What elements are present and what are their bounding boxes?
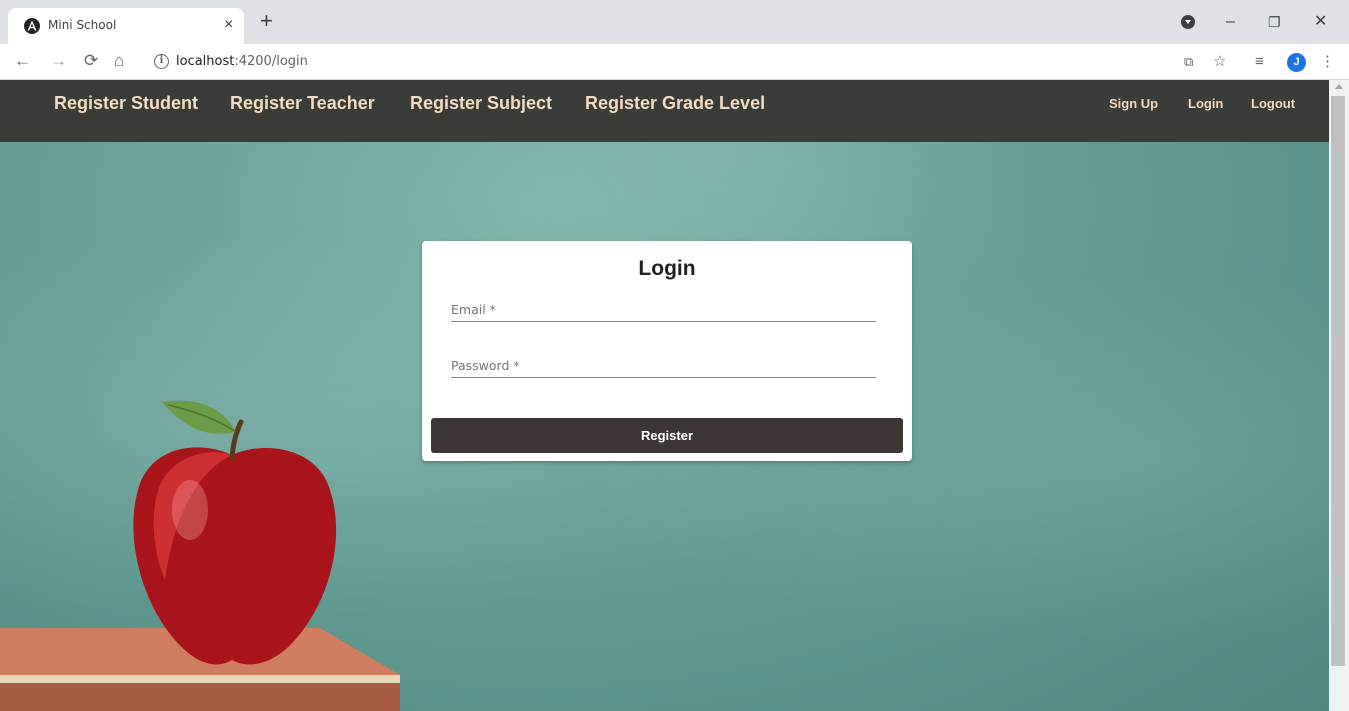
scroll-thumb[interactable] (1331, 96, 1345, 666)
new-tab-button[interactable]: + (260, 10, 273, 32)
menu-icon[interactable]: ⋮ (1320, 52, 1335, 72)
nav-login[interactable]: Login (1188, 96, 1223, 111)
email-field[interactable]: Email * (451, 296, 876, 322)
info-icon[interactable]: i (154, 54, 169, 69)
login-card: Login Email * Password * Register (422, 241, 912, 461)
home-icon[interactable]: ⌂ (114, 51, 124, 71)
url-host: localhost (176, 54, 235, 69)
minimize-icon[interactable]: – (1226, 12, 1235, 32)
tab-title: Mini School (48, 18, 117, 32)
profile-avatar[interactable]: J (1287, 53, 1306, 72)
angular-favicon-icon (24, 18, 40, 34)
login-title: Login (638, 257, 696, 280)
star-icon[interactable]: ☆ (1213, 52, 1226, 72)
nav-register-grade-level[interactable]: Register Grade Level (585, 93, 765, 114)
url-text[interactable]: localhost:4200/login (176, 54, 308, 69)
browser-tab-strip: Mini School × + – ❐ ✕ (0, 0, 1349, 44)
page-scrollbar[interactable] (1329, 80, 1349, 711)
forward-arrow-icon[interactable]: → (50, 51, 67, 71)
password-field[interactable]: Password * (451, 352, 876, 378)
restore-icon[interactable]: ❐ (1268, 12, 1281, 32)
url-path: :4200/login (234, 54, 308, 69)
scroll-up-arrow-icon[interactable] (1335, 84, 1343, 89)
browser-tab[interactable]: Mini School × (8, 8, 244, 44)
tab-close-icon[interactable]: × (224, 15, 233, 35)
nav-register-subject[interactable]: Register Subject (410, 93, 552, 114)
translate-icon[interactable]: ⧉ (1184, 52, 1193, 72)
reading-list-icon[interactable]: ≡ (1255, 52, 1264, 72)
nav-logout[interactable]: Logout (1251, 96, 1295, 111)
chrome-profile-icon[interactable] (1181, 15, 1195, 29)
browser-toolbar: ← → ⟳ ⌂ i localhost:4200/login ⧉ ☆ ≡ J ⋮ (0, 44, 1349, 80)
address-bar[interactable]: i localhost:4200/login (144, 49, 1254, 75)
nav-register-teacher[interactable]: Register Teacher (230, 93, 375, 114)
password-input[interactable] (451, 352, 876, 377)
reload-icon[interactable]: ⟳ (84, 51, 98, 71)
email-input[interactable] (451, 296, 876, 321)
app-navbar: Register Student Register Teacher Regist… (0, 80, 1329, 142)
register-button[interactable]: Register (431, 418, 903, 453)
window-close-icon[interactable]: ✕ (1314, 12, 1327, 32)
page-viewport: Register Student Register Teacher Regist… (0, 80, 1329, 711)
back-arrow-icon[interactable]: ← (14, 51, 31, 71)
nav-sign-up[interactable]: Sign Up (1109, 96, 1158, 111)
nav-register-student[interactable]: Register Student (54, 93, 198, 114)
